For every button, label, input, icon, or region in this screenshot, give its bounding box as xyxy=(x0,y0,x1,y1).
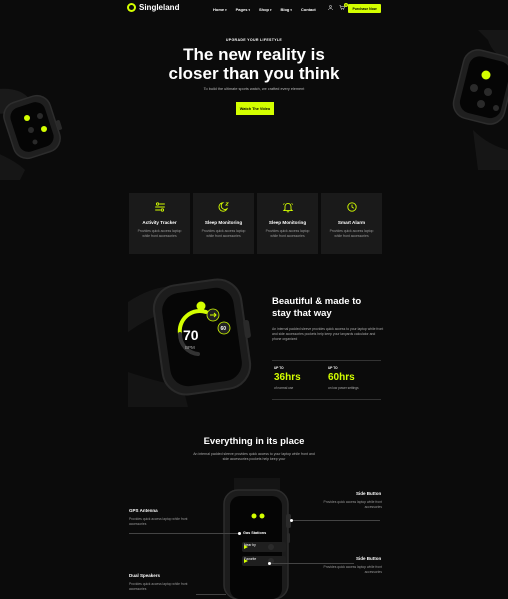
spec-desc-side-button-top: Provides quick access laptop while front… xyxy=(323,500,382,509)
feature-desc: Provides quick access laptop while front… xyxy=(137,229,182,238)
beauty-title-line-2: stay that way xyxy=(272,308,332,319)
spec-desc-dual-speakers: Provides quick access laptop while front… xyxy=(129,582,188,591)
beauty-watch-badge: 60 xyxy=(221,326,227,332)
logo-mark-icon xyxy=(127,3,136,12)
nav-item-pages[interactable]: Pages▾ xyxy=(236,7,250,12)
alarm-clock-icon xyxy=(346,202,357,212)
header-icons: 0 xyxy=(328,3,348,10)
spec-title-dual-speakers: Dual Speakers xyxy=(129,573,161,578)
nav-item-contact[interactable]: Contact xyxy=(301,7,316,12)
feature-card[interactable]: Sleep Monitoring Provides quick access l… xyxy=(193,193,254,254)
stat-battery-low-power: UP TO 60hrs on low power settings xyxy=(326,361,380,399)
callout-dot xyxy=(238,532,241,535)
watch-video-button[interactable]: Watch The Video xyxy=(236,102,274,115)
nav-item-shop[interactable]: Shop▾ xyxy=(259,7,272,12)
everything-description: An internal padded sleeve provides quick… xyxy=(193,452,315,461)
stat-battery-normal: UP TO 36hrs of normal use xyxy=(272,361,326,399)
logo-text: Singleland xyxy=(139,3,180,12)
feature-desc: Provides quick access laptop while front… xyxy=(265,229,310,238)
stat-note: on low power settings xyxy=(328,386,359,390)
spec-title-side-button-top: Side Button xyxy=(356,491,382,496)
stat-label: UP TO xyxy=(274,366,284,370)
callout-line xyxy=(270,563,354,564)
sleep-monitoring-icon xyxy=(218,202,229,212)
feature-title: Activity Tracker xyxy=(142,220,177,225)
hero-title: The new reality is closer than you think xyxy=(0,45,508,83)
callout-line xyxy=(129,533,239,534)
callout-line xyxy=(292,520,380,521)
site-header: Singleland Home▾ Pages▾ Shop▾ Blog▾ Cont… xyxy=(0,0,508,18)
hero-watch-right-image xyxy=(452,30,508,170)
beauty-watch-reading: 70 xyxy=(183,327,199,343)
watch-menu-header: Gas Stations xyxy=(243,531,267,535)
nav-item-blog[interactable]: Blog▾ xyxy=(280,7,291,12)
watch-menu-row-near-by: Near by xyxy=(244,543,256,547)
beauty-watch-unit: BPM xyxy=(185,345,195,350)
spec-title-gps-antenna: GPS Antenna xyxy=(129,508,158,513)
beauty-watch-image: 70 BPM 60 xyxy=(128,278,252,407)
hero-title-line-1: The new reality is xyxy=(183,45,325,64)
stat-value: 60hrs xyxy=(328,372,355,383)
stat-label: UP TO xyxy=(328,366,338,370)
stat-note: of normal use xyxy=(274,386,294,390)
feature-desc: Provides quick access laptop while front… xyxy=(329,229,374,238)
everything-watch-image xyxy=(223,478,291,599)
callout-dot xyxy=(268,562,271,565)
feature-card[interactable]: Sleep Monitoring Provides quick access l… xyxy=(257,193,318,254)
feature-desc: Provides quick access laptop while front… xyxy=(201,229,246,238)
feature-title: Smart Alarm xyxy=(337,220,366,225)
feature-title: Sleep Monitoring xyxy=(204,220,243,225)
feature-title: Sleep Monitoring xyxy=(268,220,307,225)
activity-tracker-icon xyxy=(154,202,165,212)
beauty-title-line-1: Beautiful & made to xyxy=(272,296,362,307)
hero-eyebrow: UPGRADE YOUR LIFESTYLE xyxy=(225,38,283,42)
purchase-button[interactable]: Purchase Now xyxy=(348,4,381,13)
stat-value: 36hrs xyxy=(274,372,301,383)
feature-cards: Activity Tracker Provides quick access l… xyxy=(129,193,382,254)
cart-button[interactable]: 0 xyxy=(339,3,348,10)
stats-row: UP TO 36hrs of normal use UP TO 60hrs on… xyxy=(272,360,381,400)
main-nav: Home▾ Pages▾ Shop▾ Blog▾ Contact xyxy=(213,7,316,12)
beauty-title: Beautiful & made to stay that way xyxy=(272,296,392,320)
hero-watch-left-image xyxy=(0,88,63,180)
beauty-description: An internal padded sleeve provides quick… xyxy=(272,327,384,341)
nav-item-home[interactable]: Home▾ xyxy=(213,7,227,12)
spec-desc-side-button-bottom: Provides quick access laptop while front… xyxy=(323,565,382,574)
user-icon[interactable] xyxy=(328,5,333,10)
bell-icon xyxy=(282,203,293,213)
spec-desc-gps-antenna: Provides quick access laptop while front… xyxy=(129,517,188,526)
callout-line xyxy=(196,594,226,595)
spec-title-side-button-bottom: Side Button xyxy=(356,556,382,561)
callout-dot xyxy=(290,519,293,522)
watch-menu-row-favorite: Favorite xyxy=(244,557,257,561)
everything-title: Everything in its place xyxy=(203,436,305,447)
logo[interactable]: Singleland xyxy=(127,3,179,12)
feature-card[interactable]: Smart Alarm Provides quick access laptop… xyxy=(321,193,382,254)
feature-card[interactable]: Activity Tracker Provides quick access l… xyxy=(129,193,190,254)
